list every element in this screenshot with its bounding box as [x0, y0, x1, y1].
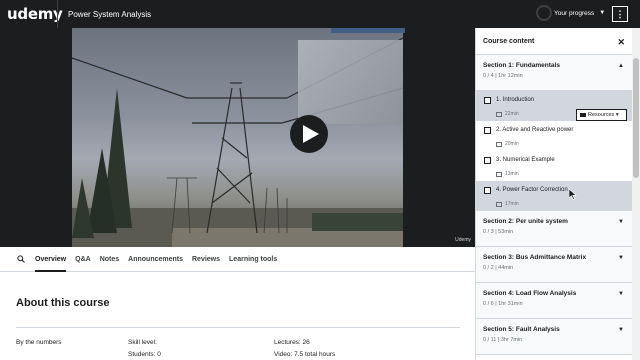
section-2[interactable]: Section 2: Per unite system 0 / 3 | 53mi… [476, 211, 632, 247]
lecture-duration: 20min [496, 141, 519, 147]
mouse-cursor-icon [569, 189, 577, 200]
progress-ring-icon [536, 5, 552, 21]
video-icon [496, 111, 502, 117]
lecture-checkbox[interactable] [484, 157, 491, 164]
by-the-numbers-label: By the numbers [16, 339, 62, 346]
chevron-up-icon: ▲ [618, 63, 624, 69]
video-caption-strip [331, 28, 405, 33]
search-icon[interactable] [16, 254, 26, 264]
section-title: Section 2: Per unite system [483, 218, 568, 225]
tab-notes[interactable]: Notes [100, 247, 119, 272]
section-meta: 0 / 2 | 44min [483, 265, 514, 271]
lecture-checkbox[interactable] [484, 187, 491, 194]
course-content-sidebar: Course content ✕ Section 1: Fundamentals… [475, 28, 632, 360]
section-title: Section 5: Fault Analysis [483, 326, 560, 333]
more-vertical-icon[interactable]: ⋮ [612, 6, 628, 22]
sidebar-title: Course content [483, 37, 535, 45]
section-4[interactable]: Section 4: Load Flow Analysis 0 / 6 | 1h… [476, 283, 632, 319]
progress-label: Your progress [554, 9, 595, 17]
lecture-title: 1. Introduction [496, 97, 535, 103]
top-bar: udemy Power System Analysis Your progres… [0, 0, 640, 28]
chevron-down-icon: ▼ [618, 291, 624, 297]
video-overlay-thumbnail [298, 40, 403, 124]
tab-overview[interactable]: Overview [35, 247, 67, 272]
lecture-duration: 17min [496, 201, 519, 207]
lecture-item[interactable]: 2. Active and Reactive power 20min [476, 121, 632, 151]
sidebar-header: Course content ✕ [476, 28, 632, 55]
lecture-checkbox[interactable] [484, 127, 491, 134]
lectures-count: Lectures: 26 [274, 339, 310, 346]
tab-reviews[interactable]: Reviews [192, 247, 220, 272]
section-3[interactable]: Section 3: Bus Admittance Matrix 0 / 2 |… [476, 247, 632, 283]
lecture-duration: 13min [496, 171, 519, 177]
section-title: Section 1: Fundamentals [483, 62, 560, 69]
chevron-down-icon: ▼ [618, 327, 624, 333]
lecture-item[interactable]: 4. Power Factor Correction 17min [476, 181, 632, 211]
chevron-down-icon: ▼ [618, 255, 624, 261]
skill-level: Skill level: [128, 339, 157, 346]
lecture-duration: 22min [496, 111, 519, 117]
video-icon [496, 201, 502, 207]
video-frame[interactable] [72, 28, 403, 247]
chevron-down-icon: ▼ [599, 10, 606, 16]
video-icon [496, 141, 502, 147]
lecture-item[interactable]: 1. Introduction 22min Resources ▾ [476, 91, 632, 121]
lecture-title: 4. Power Factor Correction [496, 187, 568, 193]
section-meta: 0 / 11 | 3hr 7min [483, 337, 523, 343]
tab-learning-tools[interactable]: Learning tools [229, 247, 277, 272]
course-tabs: Overview Q&A Notes Announcements Reviews… [0, 247, 475, 272]
header-divider [57, 0, 58, 28]
section-meta: 0 / 4 | 1hr 12min [483, 73, 523, 79]
progress-button[interactable]: Your progress ▼ [536, 5, 605, 21]
udemy-logo[interactable]: udemy [7, 5, 63, 23]
lecture-title: 3. Numerical Example [496, 157, 555, 163]
section-5[interactable]: Section 5: Fault Analysis 0 / 11 | 3hr 7… [476, 319, 632, 355]
section-title: Section 3: Bus Admittance Matrix [483, 254, 587, 261]
sidebar-scrollbar[interactable] [632, 28, 640, 360]
lecture-checkbox[interactable] [484, 97, 491, 104]
students-count: Students: 0 [128, 351, 161, 358]
section-1[interactable]: Section 1: Fundamentals 0 / 4 | 1hr 12mi… [476, 55, 632, 91]
lecture-title: 2. Active and Reactive power [496, 127, 574, 133]
tab-qa[interactable]: Q&A [75, 247, 91, 272]
section-title: Section 4: Load Flow Analysis [483, 290, 577, 297]
about-divider [16, 327, 460, 328]
tab-announcements[interactable]: Announcements [128, 247, 183, 272]
play-icon[interactable] [290, 115, 328, 153]
chevron-down-icon: ▼ [618, 219, 624, 225]
video-player[interactable]: Udemy [0, 28, 475, 247]
about-title: About this course [16, 297, 110, 309]
section-meta: 0 / 3 | 53min [483, 229, 514, 235]
resources-button[interactable]: Resources ▾ [576, 109, 627, 121]
course-title[interactable]: Power System Analysis [68, 10, 151, 19]
scrollbar-thumb[interactable] [633, 58, 639, 178]
lecture-item[interactable]: 3. Numerical Example 13min [476, 151, 632, 181]
video-total-hours: Video: 7.5 total hours [274, 351, 336, 358]
folder-icon [580, 113, 586, 117]
video-icon [496, 171, 502, 177]
section-meta: 0 / 6 | 1hr 31min [483, 301, 523, 307]
video-watermark: Udemy [455, 237, 471, 243]
close-icon[interactable]: ✕ [617, 37, 625, 48]
